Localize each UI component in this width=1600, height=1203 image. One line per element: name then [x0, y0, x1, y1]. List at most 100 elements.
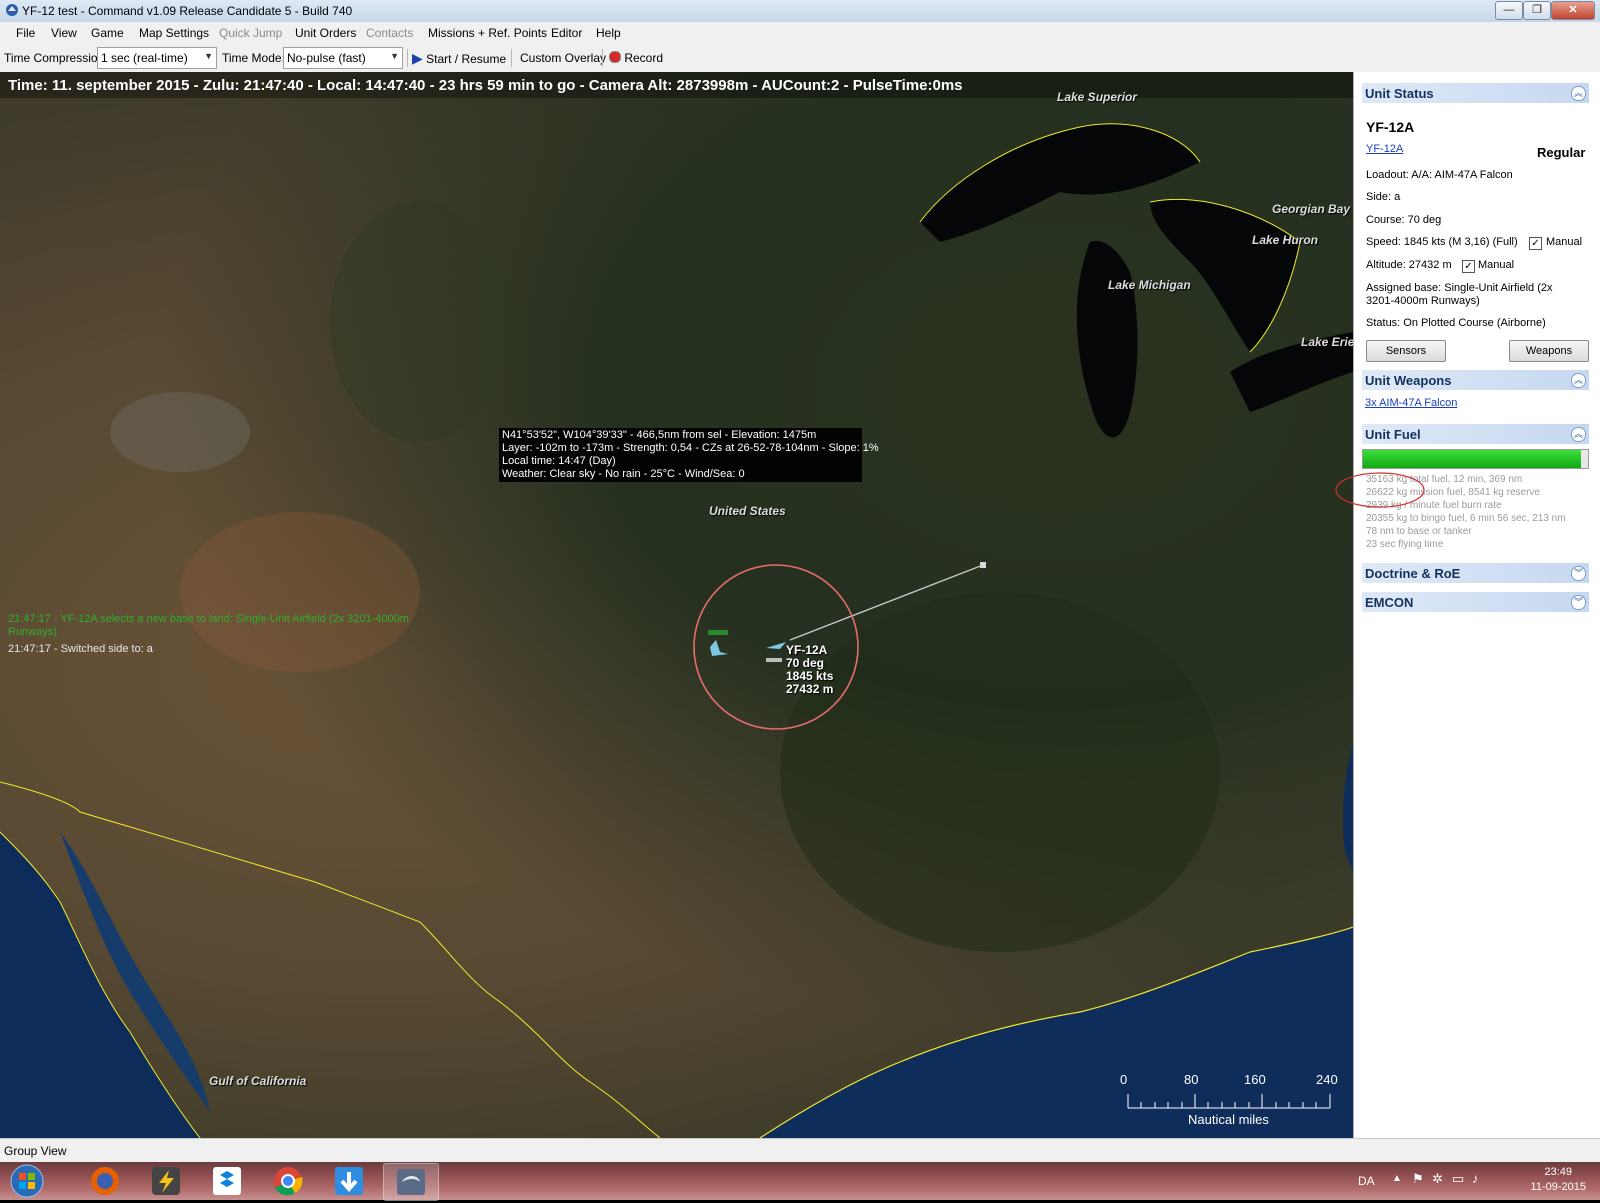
message-log-line: 21:47:17 - YF-12A selects a new base to … — [8, 613, 409, 625]
annotation-ellipse — [1335, 472, 1425, 508]
map-status-bar: Time: 11. september 2015 - Zulu: 21:47:4… — [0, 72, 1353, 98]
collapse-icon[interactable]: ︽ — [1571, 427, 1586, 442]
group-view-bar: Group View — [0, 1138, 1600, 1163]
menu-editor[interactable]: Editor — [551, 26, 582, 40]
menu-quick-jump[interactable]: Quick Jump — [219, 26, 282, 40]
menu-bar: File View Game Map Settings Quick Jump U… — [0, 22, 1600, 44]
menu-map-settings[interactable]: Map Settings — [139, 26, 209, 40]
expand-icon[interactable]: ︾ — [1571, 566, 1586, 581]
flag-icon[interactable]: ⚑ — [1412, 1171, 1424, 1187]
record-button[interactable]: Record — [609, 48, 663, 68]
weapon-link[interactable]: 3x AIM-47A Falcon — [1365, 397, 1457, 409]
menu-file[interactable]: File — [16, 26, 35, 40]
speed-manual-checkbox[interactable]: ✓ — [1529, 237, 1542, 250]
tooltip-line: Local time: 14:47 (Day) — [502, 455, 616, 467]
menu-view[interactable]: View — [51, 26, 77, 40]
firefox-icon — [91, 1167, 119, 1195]
time-mode-select[interactable]: No-pulse (fast) ▼ — [283, 47, 403, 69]
group-view-label[interactable]: Group View — [4, 1144, 66, 1158]
unit-label-altitude: 27432 m — [786, 682, 834, 696]
toolbar-separator — [511, 49, 512, 67]
custom-overlay-button[interactable]: Custom Overlay — [520, 48, 606, 68]
toolbar: Time Compression: 1 sec (real-time) ▼ Ti… — [0, 44, 1600, 73]
scale-tick-label: 240 — [1316, 1072, 1338, 1087]
chrome-icon — [274, 1167, 303, 1196]
app-icon — [6, 4, 18, 16]
restore-button[interactable]: ❐ — [1523, 1, 1551, 20]
toolbar-separator — [407, 49, 408, 67]
command-app-icon — [397, 1169, 425, 1195]
clock-time: 23:49 — [1544, 1166, 1573, 1178]
unit-name: YF-12A — [1366, 119, 1415, 135]
altitude-manual-checkbox[interactable]: ✓ — [1462, 260, 1475, 273]
system-tray: DA ▲ ⚑ ✲ ▭ ♪ 23:49 11-09-2015 — [1350, 1162, 1600, 1200]
label-lake-superior: Lake Superior — [1057, 90, 1138, 104]
menu-missions[interactable]: Missions + Ref. Points — [428, 26, 547, 40]
chevron-down-icon: ▼ — [390, 51, 399, 61]
unit-map-label[interactable]: YF-12A 70 deg 1845 kts 27432 m — [786, 644, 833, 696]
language-indicator[interactable]: DA — [1358, 1174, 1375, 1188]
collapse-icon[interactable]: ︽ — [1571, 373, 1586, 388]
menu-game[interactable]: Game — [91, 26, 124, 40]
record-icon — [609, 51, 621, 63]
taskbar-dropbox[interactable] — [200, 1163, 254, 1199]
lightning-icon — [152, 1167, 180, 1195]
clock[interactable]: 23:49 11-09-2015 — [1531, 1165, 1586, 1195]
sensors-button[interactable]: Sensors — [1366, 340, 1446, 362]
volume-icon[interactable]: ♪ — [1472, 1171, 1479, 1186]
menu-unit-orders[interactable]: Unit Orders — [295, 26, 356, 40]
unit-weapons-header[interactable]: Unit Weapons ︽ — [1362, 370, 1589, 390]
clock-date: 11-09-2015 — [1530, 1181, 1586, 1193]
start-button[interactable] — [2, 1163, 52, 1199]
section-title: Unit Fuel — [1365, 427, 1421, 442]
label-united-states: United States — [709, 504, 786, 518]
weapons-button[interactable]: Weapons — [1509, 340, 1589, 362]
minimize-button[interactable]: — — [1495, 1, 1523, 20]
map-status-text: Time: 11. september 2015 - Zulu: 21:47:4… — [8, 77, 963, 94]
fuel-line: 20355 kg to bingo fuel, 6 min 56 sec, 21… — [1366, 513, 1566, 524]
label-lake-huron: Lake Huron — [1252, 233, 1319, 247]
network-icon[interactable]: ✲ — [1432, 1171, 1443, 1187]
label-georgian-bay: Georgian Bay — [1272, 202, 1351, 216]
doctrine-roe-header[interactable]: Doctrine & RoE ︾ — [1362, 563, 1589, 583]
taskbar-winamp[interactable] — [139, 1163, 193, 1199]
label-gulf-of-california: Gulf of California — [209, 1074, 307, 1088]
message-log-line: 21:47:17 - Switched side to: a — [8, 643, 153, 655]
unit-panel: Unit Status ︽ YF-12A YF-12A Regular Load… — [1335, 72, 1600, 1138]
map-terrain — [0, 123, 1353, 1138]
map-scale-bar: 0 80 160 240 Nautical miles — [1120, 1072, 1340, 1132]
tooltip-line: Weather: Clear sky - No rain - 25°C - Wi… — [502, 468, 745, 480]
taskbar-firefox[interactable] — [78, 1163, 132, 1199]
unit-class-link[interactable]: YF-12A — [1366, 143, 1403, 155]
time-mode-label: Time Mode: — [222, 51, 285, 65]
title-bar: YF-12 test - Command v1.09 Release Candi… — [0, 0, 1600, 23]
expand-icon[interactable]: ︾ — [1571, 595, 1586, 610]
time-compression-select[interactable]: 1 sec (real-time) ▼ — [97, 47, 217, 69]
unit-proficiency: Regular — [1537, 145, 1586, 160]
unit-status-header[interactable]: Unit Status ︽ — [1362, 83, 1589, 103]
menu-help[interactable]: Help — [596, 26, 621, 40]
display-icon[interactable]: ▭ — [1452, 1171, 1464, 1187]
taskbar-chrome[interactable] — [261, 1163, 315, 1199]
start-resume-button[interactable]: ▶ Start / Resume — [412, 48, 506, 68]
scale-ruler — [1127, 1094, 1331, 1109]
collapse-icon[interactable]: ︽ — [1571, 86, 1586, 101]
taskbar-command[interactable] — [383, 1163, 439, 1201]
unit-status-text: Status: On Plotted Course (Airborne) — [1366, 317, 1546, 329]
label-lake-erie: Lake Erie — [1301, 335, 1353, 349]
section-title: Unit Status — [1365, 86, 1434, 101]
close-button[interactable]: ✕ — [1551, 1, 1595, 20]
scale-tick-label: 160 — [1244, 1072, 1266, 1087]
message-log-line: Runways) — [8, 626, 57, 638]
tooltip-line: N41°53'52", W104°39'33" - 466,5nm from s… — [502, 429, 817, 441]
chevron-up-icon[interactable]: ▲ — [1392, 1173, 1402, 1184]
map-hover-tooltip: N41°53'52", W104°39'33" - 466,5nm from s… — [499, 428, 879, 482]
taskbar: DA ▲ ⚑ ✲ ▭ ♪ 23:49 11-09-2015 — [0, 1162, 1600, 1201]
tactical-map[interactable]: Time: 11. september 2015 - Zulu: 21:47:4… — [0, 72, 1353, 1138]
menu-contacts[interactable]: Contacts — [366, 26, 413, 40]
unit-loadout: Loadout: A/A: AIM-47A Falcon — [1366, 169, 1513, 181]
taskbar-downloader[interactable] — [322, 1163, 376, 1199]
window-title: YF-12 test - Command v1.09 Release Candi… — [22, 4, 353, 18]
emcon-header[interactable]: EMCON ︾ — [1362, 592, 1589, 612]
unit-fuel-header[interactable]: Unit Fuel ︽ — [1362, 424, 1589, 444]
